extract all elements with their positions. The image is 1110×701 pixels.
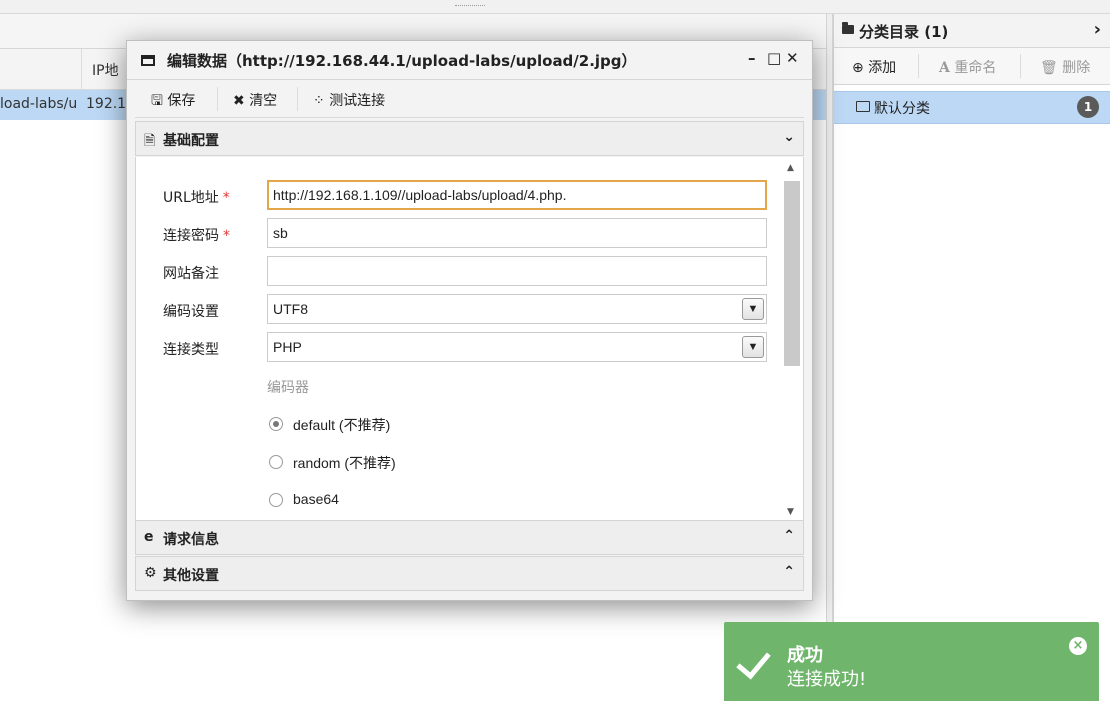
top-splitter[interactable] bbox=[0, 0, 1110, 14]
category-item-label: 默认分类 bbox=[874, 101, 930, 117]
folder-outline-icon bbox=[856, 101, 870, 112]
window-icon bbox=[141, 55, 155, 66]
encoding-row: 编码设置 UTF8 ▼ bbox=[136, 294, 786, 326]
vertical-scrollbar[interactable]: ▲ ▼ bbox=[784, 163, 800, 517]
encoder-option-label: default (不推荐) bbox=[293, 417, 391, 433]
note-row: 网站备注 bbox=[136, 256, 786, 288]
save-button[interactable]: 🖫 保存 bbox=[151, 90, 195, 114]
rename-category-label: 重命名 bbox=[954, 60, 997, 76]
toast-title: 成功 bbox=[787, 645, 823, 666]
rename-category-button[interactable]: A 重命名 bbox=[939, 57, 996, 77]
font-icon: A bbox=[939, 60, 950, 76]
encoder-option-random[interactable]: random (不推荐) bbox=[267, 452, 467, 474]
note-label: 网站备注 bbox=[163, 266, 219, 282]
maximize-button[interactable]: □ bbox=[767, 49, 781, 67]
section-other-title: 其他设置 bbox=[163, 568, 219, 584]
radio-button[interactable] bbox=[269, 417, 283, 431]
add-category-label: 添加 bbox=[868, 60, 897, 76]
note-input[interactable] bbox=[267, 256, 767, 286]
section-basic-title: 基础配置 bbox=[163, 133, 219, 149]
encoding-value: UTF8 bbox=[273, 301, 308, 317]
toolbar-divider bbox=[918, 54, 919, 78]
section-basic-body: URL地址 * http://192.168.1.109//upload-labs… bbox=[135, 157, 804, 520]
encoder-option-label: base64 bbox=[293, 491, 339, 507]
password-input[interactable]: sb bbox=[267, 218, 767, 248]
clear-label: 清空 bbox=[249, 93, 278, 109]
radio-button[interactable] bbox=[269, 493, 283, 507]
chevron-down-icon[interactable]: ▼ bbox=[742, 336, 764, 358]
column-separator[interactable] bbox=[81, 49, 82, 89]
dialog-title: 编辑数据（http://192.168.44.1/upload-labs/upl… bbox=[167, 52, 637, 70]
scrollbar-thumb[interactable] bbox=[784, 181, 800, 366]
trash-icon: 🗑 bbox=[1040, 60, 1058, 76]
category-toolbar: ⊕ 添加 A 重命名 🗑 删除 bbox=[834, 48, 1110, 85]
toolbar-divider bbox=[297, 87, 298, 111]
dialog-toolbar: 🖫 保存 ✖ 清空 ⁘ 测试连接 bbox=[135, 81, 804, 118]
toast-message: 连接成功! bbox=[787, 669, 867, 690]
check-icon bbox=[736, 643, 771, 680]
save-label: 保存 bbox=[167, 93, 196, 109]
radio-button[interactable] bbox=[269, 455, 283, 469]
section-basic-header[interactable]: 🗎 基础配置 ⌄ bbox=[135, 121, 804, 156]
scroll-down-icon[interactable]: ▼ bbox=[787, 507, 794, 517]
section-request-header[interactable]: e 请求信息 ⌃ bbox=[135, 520, 804, 555]
password-row: 连接密码 * sb bbox=[136, 218, 786, 250]
toolbar-divider bbox=[217, 87, 218, 111]
encoding-label: 编码设置 bbox=[163, 304, 219, 320]
password-label: 连接密码 * bbox=[163, 228, 230, 244]
clear-button[interactable]: ✖ 清空 bbox=[233, 90, 277, 110]
chevron-up-icon[interactable]: ⌃ bbox=[783, 528, 795, 544]
add-category-button[interactable]: ⊕ 添加 bbox=[852, 57, 896, 77]
chevron-up-icon[interactable]: ⌃ bbox=[783, 564, 795, 580]
cell-ip: 192.1 bbox=[86, 96, 127, 112]
times-icon: ✖ bbox=[233, 93, 245, 109]
encoder-option-base64[interactable]: base64 bbox=[267, 490, 467, 512]
type-row: 连接类型 PHP ▼ bbox=[136, 332, 786, 364]
category-item-default[interactable]: 默认分类 1 bbox=[834, 91, 1110, 124]
encoding-select[interactable]: UTF8 ▼ bbox=[267, 294, 767, 324]
test-connection-button[interactable]: ⁘ 测试连接 bbox=[313, 90, 385, 110]
type-label: 连接类型 bbox=[163, 342, 219, 358]
category-panel-title: 分类目录 (1) bbox=[859, 23, 949, 41]
type-select[interactable]: PHP ▼ bbox=[267, 332, 767, 362]
success-toast: 成功 连接成功! × bbox=[724, 622, 1099, 701]
close-circle-icon[interactable]: × bbox=[1069, 637, 1087, 655]
panel-splitter[interactable] bbox=[826, 14, 833, 701]
encoder-option-label: random (不推荐) bbox=[293, 455, 396, 471]
floppy-icon: 🖫 bbox=[151, 93, 163, 109]
delete-category-label: 删除 bbox=[1062, 60, 1091, 76]
minimize-button[interactable]: – bbox=[748, 49, 756, 67]
category-panel: 分类目录 (1) › ⊕ 添加 A 重命名 🗑 删除 默认分类 1 bbox=[833, 14, 1110, 701]
chevron-right-icon[interactable]: › bbox=[1094, 19, 1101, 40]
column-header-ip[interactable]: IP地 bbox=[92, 60, 119, 80]
splitter-grip[interactable] bbox=[455, 5, 485, 8]
file-icon: 🗎 bbox=[144, 133, 156, 149]
plus-circle-icon: ⊕ bbox=[852, 60, 864, 76]
encoder-option-default[interactable]: default (不推荐) bbox=[267, 414, 467, 436]
section-other-header[interactable]: ⚙ 其他设置 ⌃ bbox=[135, 556, 804, 591]
cogs-icon: ⚙ bbox=[144, 565, 157, 581]
edge-icon: e bbox=[144, 529, 154, 545]
folder-icon bbox=[842, 22, 854, 34]
category-count-badge: 1 bbox=[1077, 96, 1099, 118]
test-connection-label: 测试连接 bbox=[329, 93, 386, 109]
encoder-label: 编码器 bbox=[267, 380, 309, 396]
url-label: URL地址 * bbox=[163, 190, 230, 206]
chevron-down-icon[interactable]: ⌄ bbox=[783, 129, 795, 145]
section-request-title: 请求信息 bbox=[163, 532, 219, 548]
toolbar-divider bbox=[1020, 54, 1021, 78]
type-value: PHP bbox=[273, 339, 302, 355]
edit-data-dialog: 编辑数据（http://192.168.44.1/upload-labs/upl… bbox=[126, 40, 813, 601]
url-input[interactable]: http://192.168.1.109//upload-labs/upload… bbox=[267, 180, 767, 210]
dialog-titlebar[interactable]: 编辑数据（http://192.168.44.1/upload-labs/upl… bbox=[127, 41, 812, 80]
close-button[interactable]: ✕ bbox=[786, 49, 799, 67]
delete-category-button[interactable]: 🗑 删除 bbox=[1040, 57, 1090, 77]
category-panel-header[interactable]: 分类目录 (1) › bbox=[834, 14, 1110, 48]
chevron-down-icon[interactable]: ▼ bbox=[742, 298, 764, 320]
cell-url: load-labs/u bbox=[0, 96, 78, 112]
url-row: URL地址 * http://192.168.1.109//upload-labs… bbox=[136, 180, 786, 212]
scroll-up-icon[interactable]: ▲ bbox=[787, 163, 794, 173]
spinner-icon: ⁘ bbox=[313, 93, 325, 109]
